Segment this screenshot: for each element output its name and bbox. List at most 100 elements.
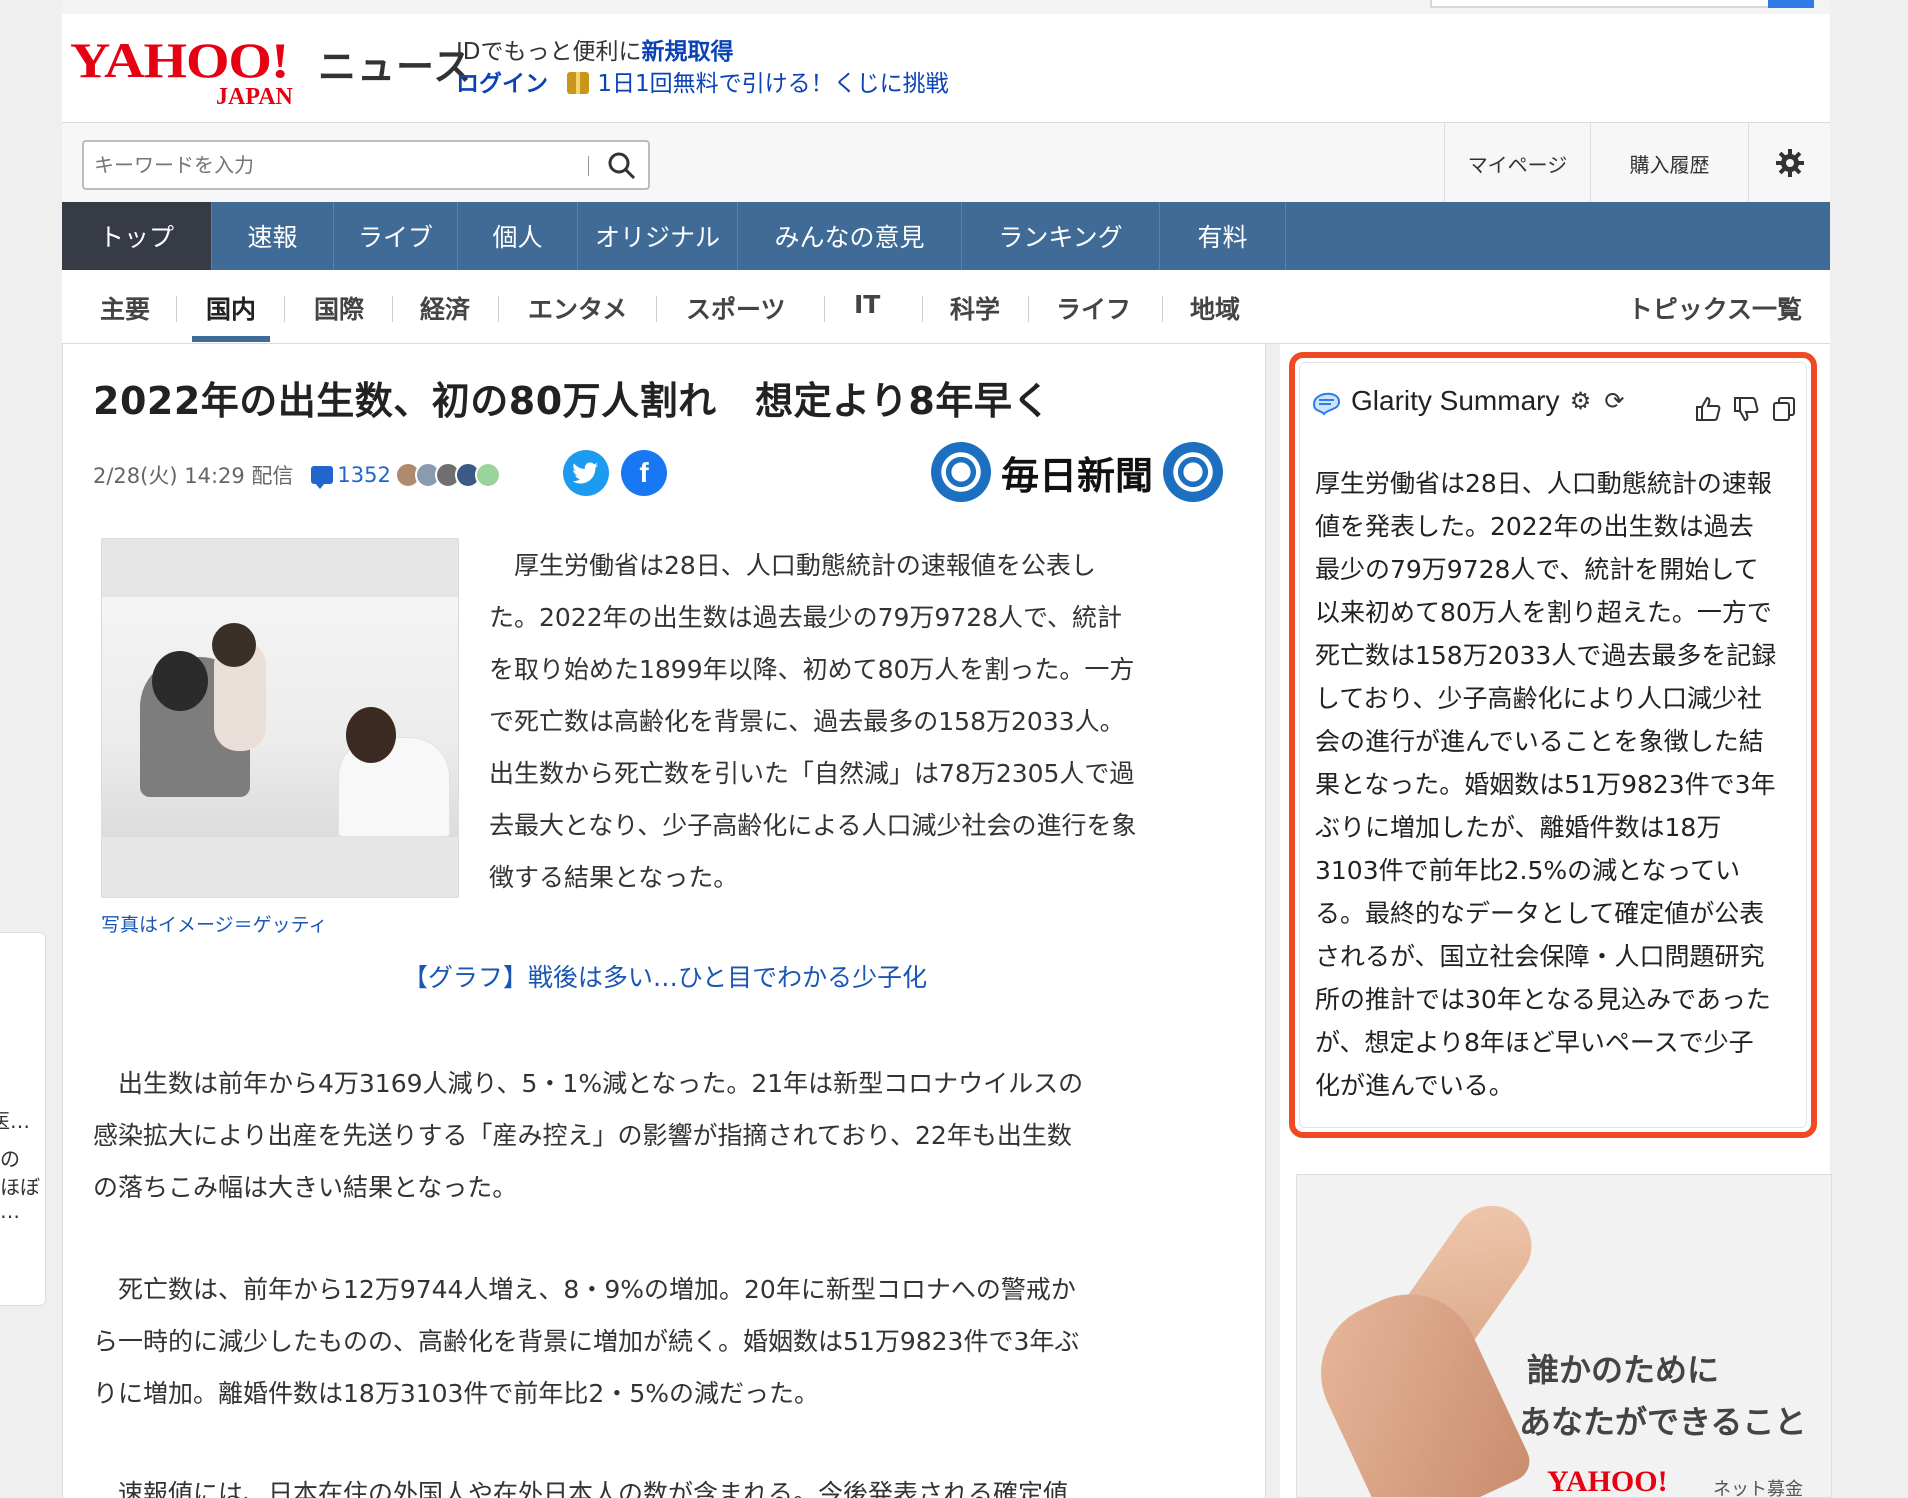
body-line: 出生数は前年から4万3169人減り、5・1%減となった。21年は新型コロナウイル… [93, 1069, 1084, 1098]
gnav-live[interactable]: ライブ [334, 202, 458, 270]
copy-icon[interactable] [1769, 394, 1799, 424]
ad-hand-image [1298, 1271, 1536, 1497]
photo-caption[interactable]: 写真はイメージ＝ゲッティ [101, 910, 327, 937]
comment-icon [311, 466, 334, 489]
settings-button[interactable] [1748, 123, 1830, 203]
cat-divider [824, 296, 825, 322]
facebook-share-button[interactable]: f [621, 450, 667, 496]
lead-line: で死亡数は高齢化を背景に、過去最多の158万2033人。 [489, 707, 1125, 736]
top-strip [62, 0, 1830, 14]
cat-it[interactable]: IT [854, 290, 880, 319]
summary-line: 厚生労働省は28日、人口動態統計の速報 [1315, 469, 1772, 498]
lead-line: を取り始めた1899年以降、初めて80万人を割った。一方 [489, 655, 1135, 684]
summary-line: 果となった。婚姻数は51万9823件で3年 [1315, 770, 1776, 799]
cat-divider [656, 296, 657, 322]
donation-ad-banner[interactable]: 誰かのために あなたができること YAHOO! ネット募金 [1296, 1174, 1832, 1498]
glarity-summary-panel: Glarity Summary ⚙ ⟳ 厚生労働省は28日、人口動態統計の速報 … [1289, 352, 1817, 1138]
thumbs-down-icon[interactable] [1731, 394, 1761, 424]
summary-line: ぶりに増加したが、離婚件数は18万 [1315, 813, 1722, 842]
body-line: 速報値には、日本在住の外国人や在外日本人の数が含まれる。今後発表される確定値 [93, 1479, 1069, 1498]
left-rail-text: 医… [0, 1109, 30, 1133]
glarity-summary-text: 厚生労働省は28日、人口動態統計の速報 値を発表した。2022年の出生数は過去 … [1315, 462, 1799, 1107]
family-photo-image [102, 597, 458, 837]
summary-line: 以来初めて80万人を割り超えた。一方で [1315, 598, 1772, 627]
summary-line: 所の推計では30年となる見込みであった [1315, 985, 1771, 1014]
ad-logo-sub: ネット募金 [1713, 1479, 1803, 1498]
cat-life[interactable]: ライフ [1056, 290, 1131, 326]
article-photo[interactable] [101, 538, 459, 898]
refresh-icon[interactable]: ⟳ [1601, 387, 1627, 415]
lead-line: 出生数から死亡数を引いた「自然減」は78万2305人で過 [489, 759, 1135, 788]
comment-link[interactable]: 1352 [311, 463, 391, 489]
summary-line: 死亡数は158万2033人で過去最多を記録 [1315, 641, 1777, 670]
signup-link[interactable]: 新規取得 [642, 39, 734, 65]
gnav-individual[interactable]: 個人 [458, 202, 578, 270]
summary-line: が、想定より8年ほど早いペースで少子 [1315, 1028, 1754, 1057]
topics-list-link[interactable]: トピックス一覧 [1628, 290, 1802, 326]
gnav-ranking[interactable]: ランキング [962, 202, 1160, 270]
lead-line: た。2022年の出生数は過去最少の79万9728人で、統計 [489, 603, 1123, 632]
login-link[interactable]: ログイン [456, 71, 548, 97]
top-search-edge [1430, 0, 1770, 8]
twitter-share-button[interactable] [563, 450, 609, 496]
lottery-link[interactable]: 1日1回無料で引ける！くじに挑戦 [597, 71, 948, 97]
glarity-header: Glarity Summary ⚙ ⟳ [1309, 384, 1627, 418]
cat-world[interactable]: 国際 [314, 290, 364, 326]
article: 2022年の出生数、初の80万人割れ 想定より8年早く 2/28(火) 14:2… [62, 344, 1266, 1498]
right-column: Glarity Summary ⚙ ⟳ 厚生労働省は28日、人口動態統計の速報 … [1280, 344, 1832, 1498]
comment-count: 1352 [337, 463, 391, 487]
body-paragraph: 死亡数は、前年から12万9744人増え、8・9%の増加。20年に新型コロナへの警… [93, 1264, 1253, 1420]
gift-icon [567, 72, 590, 94]
ad-text-line: あなたができること [1519, 1403, 1807, 1441]
ad-text-line: 誰かのために [1527, 1351, 1720, 1389]
cat-divider [498, 296, 499, 322]
logo-japan: JAPAN [216, 84, 293, 110]
gnav-opinion[interactable]: みんなの意見 [738, 202, 962, 270]
cat-economy[interactable]: 経済 [420, 290, 470, 326]
summary-line: 会の進行が進んでいることを象徴した結 [1315, 727, 1764, 756]
settings-icon[interactable]: ⚙ [1567, 387, 1593, 415]
publish-date: 2/28(火) 14:29 配信 [93, 464, 294, 488]
left-rail-panel[interactable]: 医… の ほぼ … [0, 932, 46, 1306]
cat-region[interactable]: 地域 [1190, 290, 1240, 326]
cat-divider [392, 296, 393, 322]
gnav-breaking[interactable]: 速報 [212, 202, 334, 270]
search-input[interactable] [94, 150, 574, 180]
body-paragraph: 速報値には、日本在住の外国人や在外日本人の数が含まれる。今後発表される確定値 [93, 1468, 1253, 1498]
glarity-actions [1693, 394, 1799, 424]
service-name[interactable]: ニュース [318, 36, 472, 91]
gnav-paid[interactable]: 有料 [1160, 202, 1286, 270]
cat-divider [1028, 296, 1029, 322]
graph-link[interactable]: 【グラフ】戦後は多い…ひと目でわかる少子化 [63, 958, 1267, 994]
search-divider [588, 156, 589, 176]
photo-father-head [152, 651, 208, 711]
mypage-link[interactable]: マイページ [1444, 123, 1590, 203]
summary-line: 値を発表した。2022年の出生数は過去 [1315, 512, 1754, 541]
cat-science[interactable]: 科学 [950, 290, 1000, 326]
body-paragraph: 出生数は前年から4万3169人減り、5・1%減となった。21年は新型コロナウイル… [93, 1058, 1253, 1214]
left-rail-text: の [0, 1147, 20, 1171]
cat-entertainment[interactable]: エンタメ [528, 290, 627, 326]
active-category-underline [192, 336, 270, 342]
commenter-avatars[interactable] [394, 462, 501, 488]
search-icon[interactable] [606, 150, 638, 182]
purchase-history-link[interactable]: 購入履歴 [1590, 123, 1748, 203]
login-line: ログイン 1日1回無料で引ける！くじに挑戦 [456, 64, 949, 98]
lead-line: 徴する結果となった。 [489, 863, 739, 892]
yahoo-japan-logo[interactable]: YAHOO! JAPAN [70, 32, 310, 116]
lead-paragraph: 厚生労働省は28日、人口動態統計の速報値を公表し た。2022年の出生数は過去最… [489, 540, 1249, 904]
left-rail-text: … [0, 1199, 20, 1223]
cat-sports[interactable]: スポーツ [686, 290, 786, 326]
top-search-button-edge[interactable] [1768, 0, 1814, 8]
search-bar: マイページ 購入履歴 [62, 122, 1830, 203]
source-logo[interactable]: 毎日新聞 [931, 442, 1224, 502]
gnav-top[interactable]: トップ [62, 202, 212, 270]
thumbs-up-icon[interactable] [1693, 394, 1723, 424]
summary-line: 化が進んでいる。 [1315, 1071, 1514, 1100]
body-line: の落ちこみ幅は大きい結果となった。 [93, 1173, 518, 1202]
gnav-original[interactable]: オリジナル [578, 202, 738, 270]
cat-domestic[interactable]: 国内 [206, 290, 256, 326]
cat-main[interactable]: 主要 [100, 290, 150, 326]
mainichi-emblem-icon [931, 442, 991, 502]
id-prompt: IDでもっと便利に [456, 39, 642, 65]
